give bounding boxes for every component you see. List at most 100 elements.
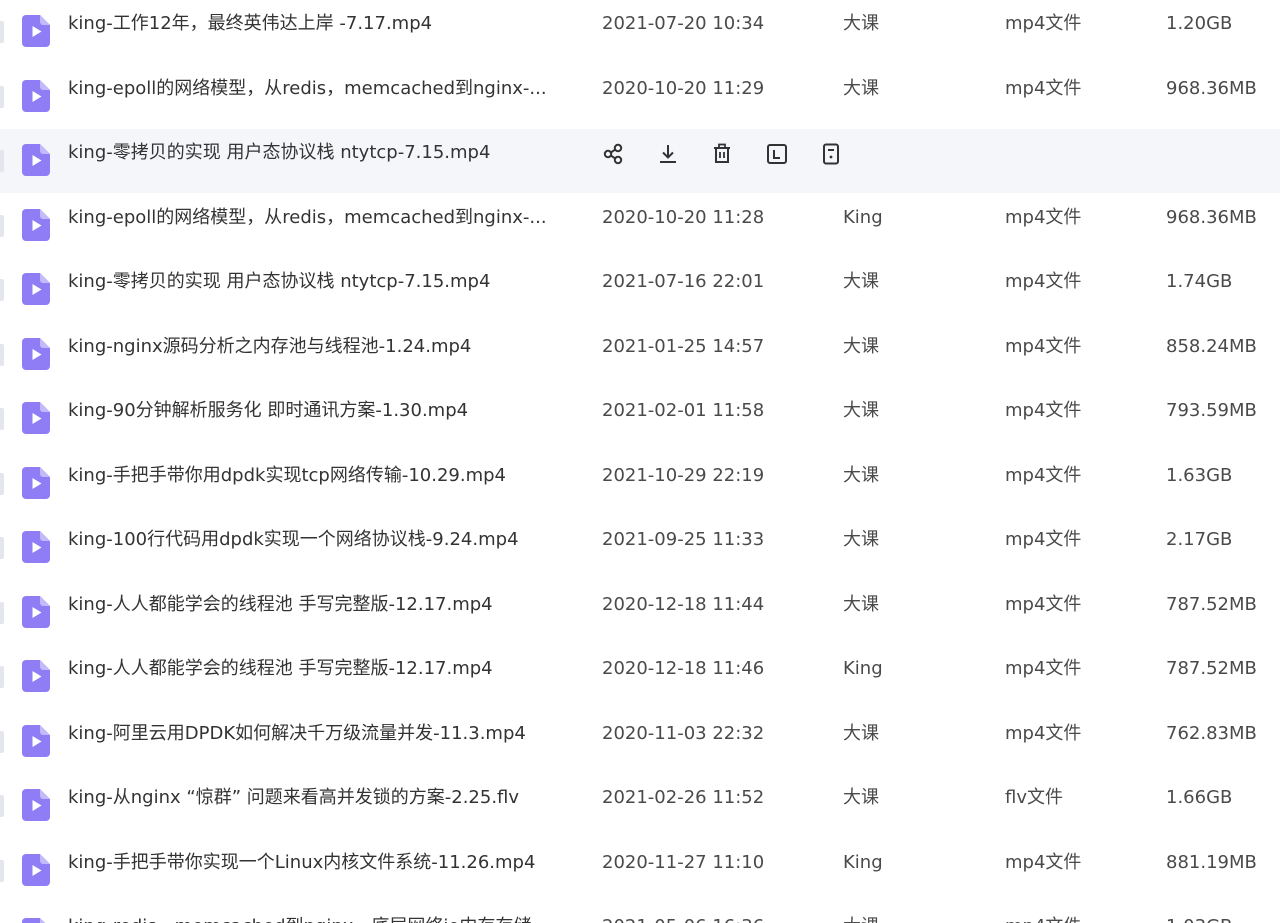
file-row[interactable]: king-人人都能学会的线程池 手写完整版-12.17.mp4 2020-12-1… [0, 581, 1280, 645]
file-row[interactable]: king-人人都能学会的线程池 手写完整版-12.17.mp4 2020-12-1… [0, 645, 1280, 709]
file-name[interactable]: king-手把手带你实现一个Linux内核文件系统-11.26.mp4 [68, 839, 573, 903]
delete-icon[interactable] [709, 141, 735, 167]
file-row[interactable]: king-nginx源码分析之内存池与线程池-1.24.mp4 2021-01-2… [0, 323, 1280, 387]
row-checkbox[interactable] [0, 472, 4, 495]
file-source: 大课 [843, 903, 983, 923]
file-source: 大课 [843, 787, 879, 808]
modified-time: 2021-07-16 22:01 [602, 271, 765, 292]
file-name[interactable]: king-nginx源码分析之内存池与线程池-1.24.mp4 [68, 323, 573, 387]
file-row[interactable]: king-redis，memcached到nginx，底层网络io内存存储...… [0, 903, 1280, 923]
file-size: 787.52MB [1166, 658, 1257, 679]
row-checkbox[interactable] [0, 666, 4, 688]
file-row[interactable]: king-90分钟解析服务化 即时通讯方案-1.30.mp4 2021-02-01… [0, 387, 1280, 451]
file-row[interactable]: king-工作12年，最终英伟达上岸 -7.17.mp4 2021-07-20 1… [0, 0, 1280, 64]
file-list: king-工作12年，最终英伟达上岸 -7.17.mp4 2021-07-20 1… [0, 0, 1280, 923]
file-size: 2.17GB [1166, 529, 1233, 550]
file-name[interactable]: king-零拷贝的实现 用户态协议栈 ntytcp-7.15.mp4 [68, 258, 573, 322]
file-row[interactable]: king-阿里云用DPDK如何解决千万级流量并发-11.3.mp4 2020-11… [0, 710, 1280, 774]
file-source: 大课 [843, 593, 879, 615]
file-row[interactable]: king-100行代码用dpdk实现一个网络协议栈-9.24.mp4 2021-0… [0, 516, 1280, 580]
row-checkbox[interactable] [0, 85, 4, 108]
file-source: King [843, 206, 883, 228]
file-name[interactable]: king-工作12年，最终英伟达上岸 -7.17.mp4 [68, 0, 573, 64]
row-checkbox[interactable] [0, 214, 4, 237]
file-source: 大课 [843, 722, 879, 744]
file-name[interactable]: king-epoll的网络模型，从redis，memcached到nginx-.… [68, 194, 573, 258]
file-name[interactable]: king-阿里云用DPDK如何解决千万级流量并发-11.3.mp4 [68, 710, 573, 774]
file-type: mp4文件 [1005, 335, 1082, 357]
file-name[interactable]: king-90分钟解析服务化 即时通讯方案-1.30.mp4 [68, 387, 573, 451]
row-checkbox[interactable] [0, 537, 4, 559]
modified-time: 2021-02-01 11:58 [602, 400, 765, 421]
file-type: mp4文件 [1005, 206, 1082, 228]
file-row[interactable]: king-手把手带你用dpdk实现tcp网络传输-10.29.mp4 2021-1… [0, 452, 1280, 516]
row-checkbox[interactable] [0, 795, 4, 817]
file-name[interactable]: king-人人都能学会的线程池 手写完整版-12.17.mp4 [68, 581, 573, 645]
file-source: 大课 [843, 400, 879, 421]
file-source: 大课 [843, 271, 879, 292]
more-icon[interactable] [818, 141, 844, 167]
file-source: 大课 [843, 464, 879, 486]
row-checkbox[interactable] [0, 343, 4, 366]
file-row[interactable]: king-零拷贝的实现 用户态协议栈 ntytcp-7.15.mp4 [0, 129, 1280, 193]
file-name[interactable]: king-零拷贝的实现 用户态协议栈 ntytcp-7.15.mp4 [68, 129, 573, 193]
video-file-icon [22, 402, 50, 434]
file-row[interactable]: king-epoll的网络模型，从redis，memcached到nginx-.… [0, 194, 1280, 258]
file-name[interactable]: king-100行代码用dpdk实现一个网络协议栈-9.24.mp4 [68, 516, 573, 580]
file-name[interactable]: king-epoll的网络模型，从redis，memcached到nginx-.… [68, 65, 573, 129]
file-name[interactable]: king-手把手带你用dpdk实现tcp网络传输-10.29.mp4 [68, 452, 573, 516]
file-name[interactable]: king-redis，memcached到nginx，底层网络io内存存储... [68, 903, 573, 923]
row-checkbox[interactable] [0, 21, 4, 43]
modified-time: 2021-05-06 16:36 [602, 903, 812, 923]
row-checkbox[interactable] [0, 601, 4, 624]
row-checkbox[interactable] [0, 279, 4, 301]
file-size: 762.83MB [1166, 722, 1257, 744]
row-checkbox[interactable] [0, 730, 4, 753]
file-type: mp4文件 [1005, 464, 1082, 486]
file-size: 1.74GB [1166, 271, 1233, 292]
file-row[interactable]: king-零拷贝的实现 用户态协议栈 ntytcp-7.15.mp4 2021-0… [0, 258, 1280, 322]
file-row[interactable]: king-epoll的网络模型，从redis，memcached到nginx-.… [0, 65, 1280, 129]
modified-time: 2020-10-20 11:29 [602, 77, 765, 99]
file-size: 881.19MB [1166, 851, 1257, 873]
file-size: 968.36MB [1166, 206, 1257, 228]
video-file-icon [22, 79, 50, 112]
video-file-icon [22, 466, 50, 499]
file-type: flv文件 [1005, 787, 1063, 808]
video-file-icon [22, 918, 50, 923]
file-size: 793.59MB [1166, 400, 1257, 421]
file-type: mp4文件 [1005, 903, 1145, 923]
file-row[interactable]: king-从nginx “惊群” 问题来看高并发锁的方案-2.25.flv 202… [0, 774, 1280, 838]
file-size: 968.36MB [1166, 77, 1257, 99]
modified-time: 2020-11-27 11:10 [602, 851, 765, 873]
row-checkbox[interactable] [0, 859, 4, 882]
video-file-icon [22, 660, 50, 692]
modified-time: 2020-12-18 11:44 [602, 593, 765, 615]
file-type: mp4文件 [1005, 851, 1082, 873]
file-type: mp4文件 [1005, 271, 1082, 292]
file-row[interactable]: king-手把手带你实现一个Linux内核文件系统-11.26.mp4 2020-… [0, 839, 1280, 903]
row-checkbox[interactable] [0, 150, 4, 172]
video-file-icon [22, 789, 50, 821]
video-file-icon [22, 595, 50, 628]
file-source: 大课 [843, 335, 879, 357]
share-icon[interactable] [600, 141, 626, 167]
video-file-icon [22, 724, 50, 757]
download-icon[interactable] [655, 141, 681, 167]
file-size: 1.20GB [1166, 13, 1233, 34]
file-source: 大课 [843, 13, 879, 34]
file-type: mp4文件 [1005, 400, 1082, 421]
file-size: 1.03GB [1166, 903, 1280, 923]
file-size: 787.52MB [1166, 593, 1257, 615]
rename-icon[interactable] [764, 141, 790, 167]
file-type: mp4文件 [1005, 658, 1082, 679]
file-source: King [843, 658, 883, 679]
modified-time: 2021-02-26 11:52 [602, 787, 765, 808]
row-checkbox[interactable] [0, 408, 4, 430]
file-type: mp4文件 [1005, 77, 1082, 99]
file-name[interactable]: king-从nginx “惊群” 问题来看高并发锁的方案-2.25.flv [68, 774, 573, 838]
file-name[interactable]: king-人人都能学会的线程池 手写完整版-12.17.mp4 [68, 645, 573, 709]
video-file-icon [22, 337, 50, 370]
file-source: 大课 [843, 77, 879, 99]
file-type: mp4文件 [1005, 529, 1082, 550]
